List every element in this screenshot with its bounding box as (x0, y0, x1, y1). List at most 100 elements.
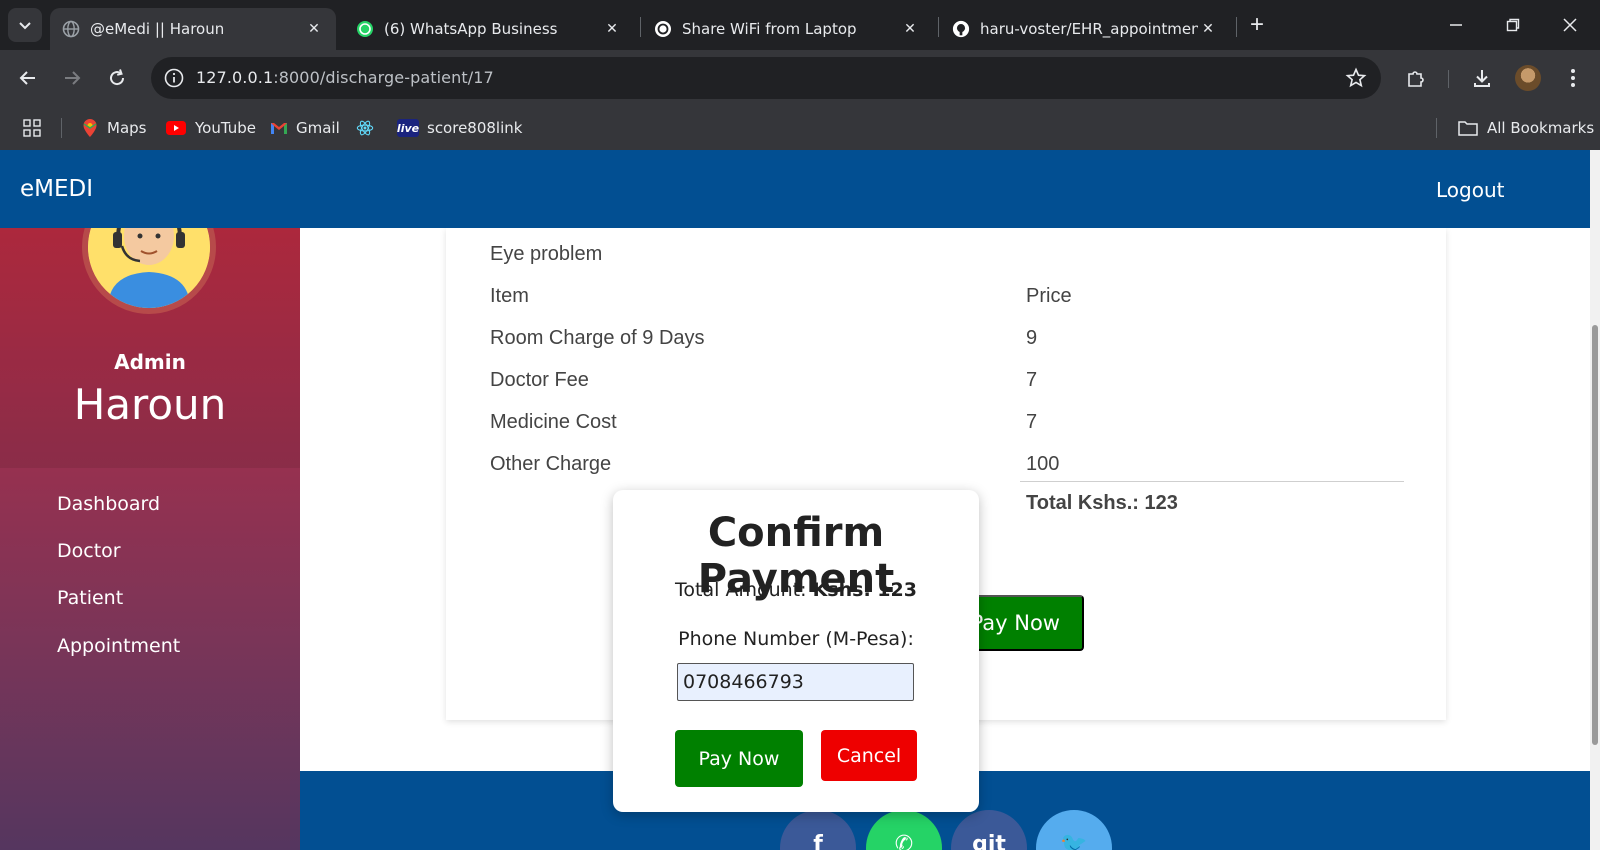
top-navbar: eMEDI Logout (0, 150, 1590, 228)
browser-tab-bar: @eMedi || Haroun ✕ (6) WhatsApp Business… (0, 0, 1600, 50)
bill-item: Other Charge (490, 453, 612, 475)
url-path: :8000/discharge-patient/17 (273, 68, 494, 87)
close-icon[interactable]: ✕ (1198, 19, 1218, 39)
youtube-icon (165, 119, 187, 137)
bookmark-score808link[interactable]: live score808link (397, 116, 522, 140)
tab-emedi[interactable]: @eMedi || Haroun ✕ (50, 8, 336, 50)
phone-label: Phone Number (M-Pesa): (678, 628, 914, 650)
bookmark-label: Maps (107, 119, 147, 137)
close-icon[interactable]: ✕ (602, 19, 622, 39)
bookmark-label: Gmail (296, 119, 340, 137)
close-icon (1563, 18, 1577, 32)
bill-price: 7 (1026, 369, 1038, 391)
logout-link[interactable]: Logout (1436, 178, 1504, 202)
close-icon[interactable]: ✕ (900, 19, 920, 39)
total-divider (1020, 481, 1404, 482)
toolbar-separator (1448, 70, 1449, 88)
url-host: 127.0.0.1 (196, 68, 274, 87)
bookmark-gmail[interactable]: Gmail (270, 116, 340, 140)
site-info-icon[interactable] (163, 67, 185, 89)
scrollbar-thumb[interactable] (1592, 325, 1598, 745)
github-icon (952, 20, 970, 38)
sidebar-item-appointment[interactable]: Appointment (57, 635, 180, 657)
bookmark-react[interactable] (356, 116, 382, 140)
tab-whatsapp[interactable]: (6) WhatsApp Business ✕ (344, 8, 634, 50)
bill-price: 100 (1026, 453, 1060, 475)
user-role: Admin (114, 350, 186, 374)
bill-item: Room Charge of 9 Days (490, 327, 705, 349)
forward-button[interactable] (56, 62, 88, 94)
minimize-button[interactable] (1436, 8, 1476, 42)
bookmark-label: score808link (427, 119, 523, 137)
chevron-down-icon (19, 22, 31, 30)
bookmark-separator (61, 118, 62, 138)
folder-icon (1457, 119, 1479, 137)
new-tab-button[interactable]: + (1243, 11, 1271, 39)
bill-price: 7 (1026, 411, 1038, 433)
sidebar-item-doctor[interactable]: Doctor (57, 540, 121, 562)
tab-share-wifi[interactable]: Share WiFi from Laptop ✕ (642, 8, 932, 50)
column-header-item: Item (490, 285, 529, 307)
download-icon (1474, 70, 1490, 87)
sidebar: Admin Haroun Dashboard Doctor Patient Ap… (0, 150, 300, 850)
tab-github[interactable]: haru-voster/EHR_appointment- ✕ (940, 8, 1230, 50)
kebab-menu-icon (1571, 69, 1575, 87)
total-amount: Total Amount: Kshs. 123 (613, 579, 979, 601)
extensions-button[interactable] (1402, 64, 1430, 92)
bookmark-label: YouTube (195, 119, 256, 137)
bookmarks-bar: Maps YouTube Gmail live score808link All… (0, 106, 1600, 150)
tab-separator (640, 17, 641, 37)
bookmark-youtube[interactable]: YouTube (165, 116, 256, 140)
globe-icon (62, 20, 80, 38)
tab-title: haru-voster/EHR_appointment- (980, 20, 1198, 38)
chatgpt-icon (654, 20, 672, 38)
bookmark-maps[interactable]: Maps (81, 116, 146, 140)
profile-avatar[interactable] (1515, 65, 1541, 91)
reload-button[interactable] (101, 62, 133, 94)
sidebar-item-patient[interactable]: Patient (57, 587, 123, 609)
apps-grid-icon (23, 119, 41, 137)
tab-separator (938, 17, 939, 37)
tab-title: Share WiFi from Laptop (682, 20, 857, 38)
phone-number-input[interactable] (677, 663, 914, 701)
close-window-button[interactable] (1550, 8, 1590, 42)
page-viewport: Admin Haroun Dashboard Doctor Patient Ap… (0, 150, 1600, 850)
arrow-left-icon (19, 71, 35, 85)
browser-menu-button[interactable] (1559, 64, 1587, 92)
brand-logo[interactable]: eMEDI (20, 176, 93, 202)
url-text: 127.0.0.1:8000/discharge-patient/17 (196, 68, 494, 87)
whatsapp-icon (356, 20, 374, 38)
bill-price: 9 (1026, 327, 1038, 349)
all-bookmarks-label: All Bookmarks (1487, 119, 1595, 137)
arrow-right-icon (65, 71, 81, 85)
bookmark-separator (1436, 118, 1437, 138)
react-icon (356, 119, 374, 137)
gmail-icon (270, 119, 288, 137)
apps-button[interactable] (22, 116, 42, 140)
reload-icon (110, 69, 125, 86)
tab-title: (6) WhatsApp Business (384, 20, 558, 38)
downloads-button[interactable] (1468, 64, 1496, 92)
tab-search-button[interactable] (8, 8, 42, 42)
bill-total: Total Kshs.: 123 (1026, 492, 1178, 514)
confirm-payment-modal: Confirm Payment Total Amount: Kshs. 123 … (613, 490, 979, 812)
restore-button[interactable] (1493, 8, 1533, 42)
restore-icon (1506, 18, 1520, 32)
column-header-price: Price (1026, 285, 1072, 307)
symptom-text: Eye problem (490, 243, 603, 265)
bill-item: Medicine Cost (490, 411, 617, 433)
browser-toolbar: 127.0.0.1:8000/discharge-patient/17 (0, 50, 1600, 106)
all-bookmarks-button[interactable]: All Bookmarks (1457, 116, 1594, 140)
user-name: Haroun (73, 380, 227, 429)
star-icon[interactable] (1345, 67, 1367, 89)
close-icon[interactable]: ✕ (304, 19, 324, 39)
bill-item: Doctor Fee (490, 369, 589, 391)
modal-pay-now-button[interactable]: Pay Now (675, 730, 803, 787)
minimize-icon (1450, 24, 1462, 26)
total-amount-value: Kshs. 123 (812, 579, 917, 601)
address-bar[interactable]: 127.0.0.1:8000/discharge-patient/17 (151, 57, 1381, 99)
back-button[interactable] (12, 62, 44, 94)
sidebar-item-dashboard[interactable]: Dashboard (57, 493, 160, 515)
tab-separator (1236, 17, 1237, 37)
modal-cancel-button[interactable]: Cancel (821, 730, 917, 781)
